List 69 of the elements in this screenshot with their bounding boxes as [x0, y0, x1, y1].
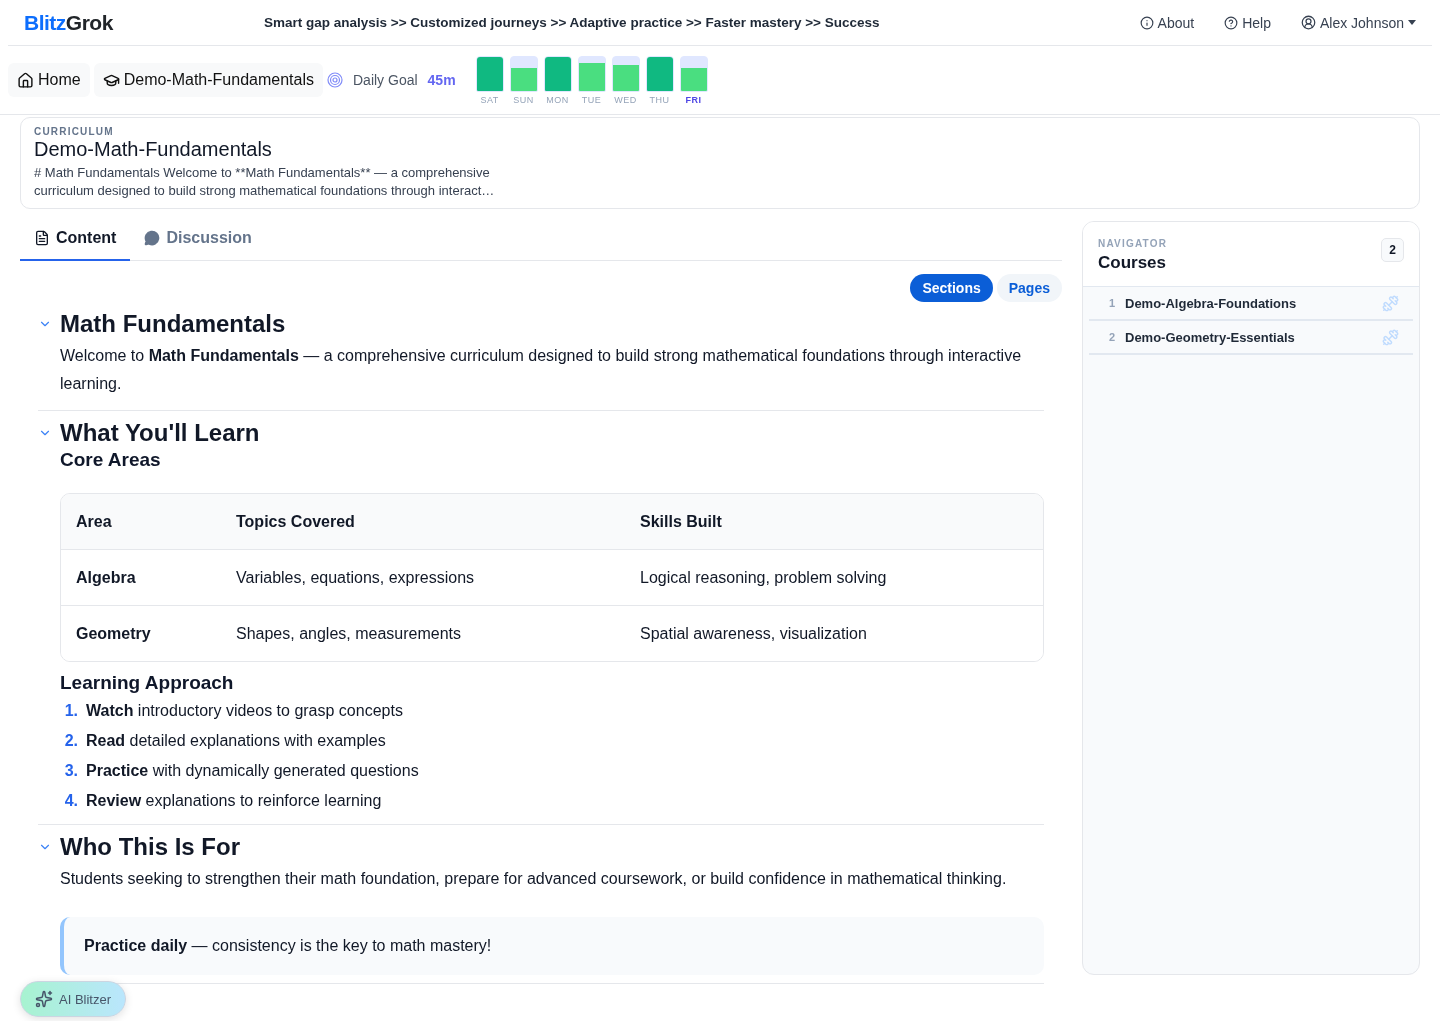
callout: Practice daily — consistency is the key to math mastery! — [60, 917, 1044, 975]
item-number: 2 — [1109, 331, 1117, 343]
day-label: SAT — [480, 94, 499, 105]
home-button[interactable]: Home — [8, 63, 90, 97]
list-number: 1. — [63, 702, 78, 720]
assistant-button[interactable]: AI Blitzer — [20, 981, 126, 1017]
document-icon — [34, 230, 50, 246]
table-cell-text: Algebra — [76, 568, 137, 587]
column-header: Area — [76, 512, 113, 531]
caret-icon — [1408, 20, 1416, 25]
dumbbell-icon — [1382, 328, 1399, 346]
chat-bubble-icon — [144, 230, 161, 246]
column-header: Skills Built — [640, 512, 723, 531]
goal-value: 45m — [427, 72, 456, 88]
list-item-text: Practice with dynamically generated questions — [86, 762, 419, 780]
navigator-title: Courses — [1098, 253, 1168, 273]
table-cell-text: Shapes, angles, measurements — [236, 624, 462, 643]
logo[interactable]: BlitzGrok — [24, 10, 264, 35]
list-number: 4. — [63, 792, 78, 810]
list-item-text: Watch introductory videos to grasp concepts — [86, 702, 403, 720]
section-title: What You'll Learn — [60, 419, 260, 447]
list-item-text: Read detailed explanations with examples — [86, 732, 386, 750]
item-label: Demo-Geometry-Essentials — [1125, 329, 1296, 345]
day-label: FRI — [685, 94, 702, 105]
course-item[interactable]: 2 Demo-Geometry-Essentials — [1089, 321, 1413, 355]
day-label: WED — [614, 94, 637, 105]
navigator-eyebrow: NAVIGATOR — [1098, 238, 1168, 249]
list-number: 3. — [63, 762, 78, 780]
table-cell-text: Geometry — [76, 624, 152, 643]
section-title: Who This Is For — [60, 833, 240, 861]
view-toggle[interactable]: Pages — [996, 274, 1062, 302]
column-header: Topics Covered — [236, 512, 356, 531]
home-icon — [17, 71, 34, 89]
course-item[interactable]: 1 Demo-Algebra-Foundations — [1089, 287, 1413, 321]
view-toggle[interactable]: Sections — [910, 274, 993, 302]
info-icon — [1139, 15, 1154, 30]
list-item-text: Review explanations to reinforce learning — [86, 792, 382, 810]
day-label: MON — [546, 94, 569, 105]
card-eyebrow: CURRICULUM — [34, 126, 115, 137]
table-cell-text: Spatial awareness, visualization — [640, 624, 868, 643]
user-menu[interactable]: Alex Johnson — [1300, 14, 1416, 31]
course-button[interactable]: Demo-Math-Fundamentals — [93, 63, 323, 97]
table-cell-text: Variables, equations, expressions — [236, 568, 476, 587]
header-link[interactable]: Help — [1224, 14, 1271, 31]
tab[interactable]: Discussion — [130, 217, 266, 261]
goal-label: Daily Goal — [353, 72, 418, 88]
table-cell-text: Logical reasoning, problem solving — [640, 568, 888, 587]
help-icon — [1224, 15, 1239, 30]
day-label: THU — [649, 94, 670, 105]
tab[interactable]: Content — [20, 217, 131, 261]
tagline: Smart gap analysis >> Customized journeys >> Adaptive practice >> Faster mastery >> Success — [264, 15, 881, 30]
item-number: 1 — [1109, 297, 1117, 309]
dumbbell-icon — [1382, 294, 1399, 312]
subheading: Learning Approach — [60, 672, 235, 694]
day-label: TUE — [581, 94, 602, 105]
list-number: 2. — [63, 732, 78, 750]
count-badge: 2 — [1381, 238, 1404, 262]
user-icon — [1300, 15, 1316, 30]
card-title: Demo-Math-Fundamentals — [34, 138, 273, 161]
paragraph: Students seeking to strengthen their math foundation, prepare for advanced coursework, or build confidence in mathematical thinking. — [60, 869, 1008, 889]
sparkles-icon — [35, 990, 53, 1008]
subheading: Core Areas — [60, 449, 162, 471]
item-label: Demo-Algebra-Foundations — [1125, 295, 1298, 311]
card-description: # Math Fundamentals Welcome to **Math Fundamentals** — a comprehensive curriculum designed to build strong mathematical foundations through interact… — [34, 164, 496, 200]
section-title: Math Fundamentals — [60, 310, 286, 338]
day-label: SUN — [513, 94, 534, 105]
target-icon — [327, 72, 343, 88]
header-link[interactable]: About — [1139, 14, 1195, 31]
paragraph: Welcome to Math Fundamentals — a comprehensive curriculum designed to build strong mathematical foundations through interactive learning. — [60, 346, 1023, 394]
